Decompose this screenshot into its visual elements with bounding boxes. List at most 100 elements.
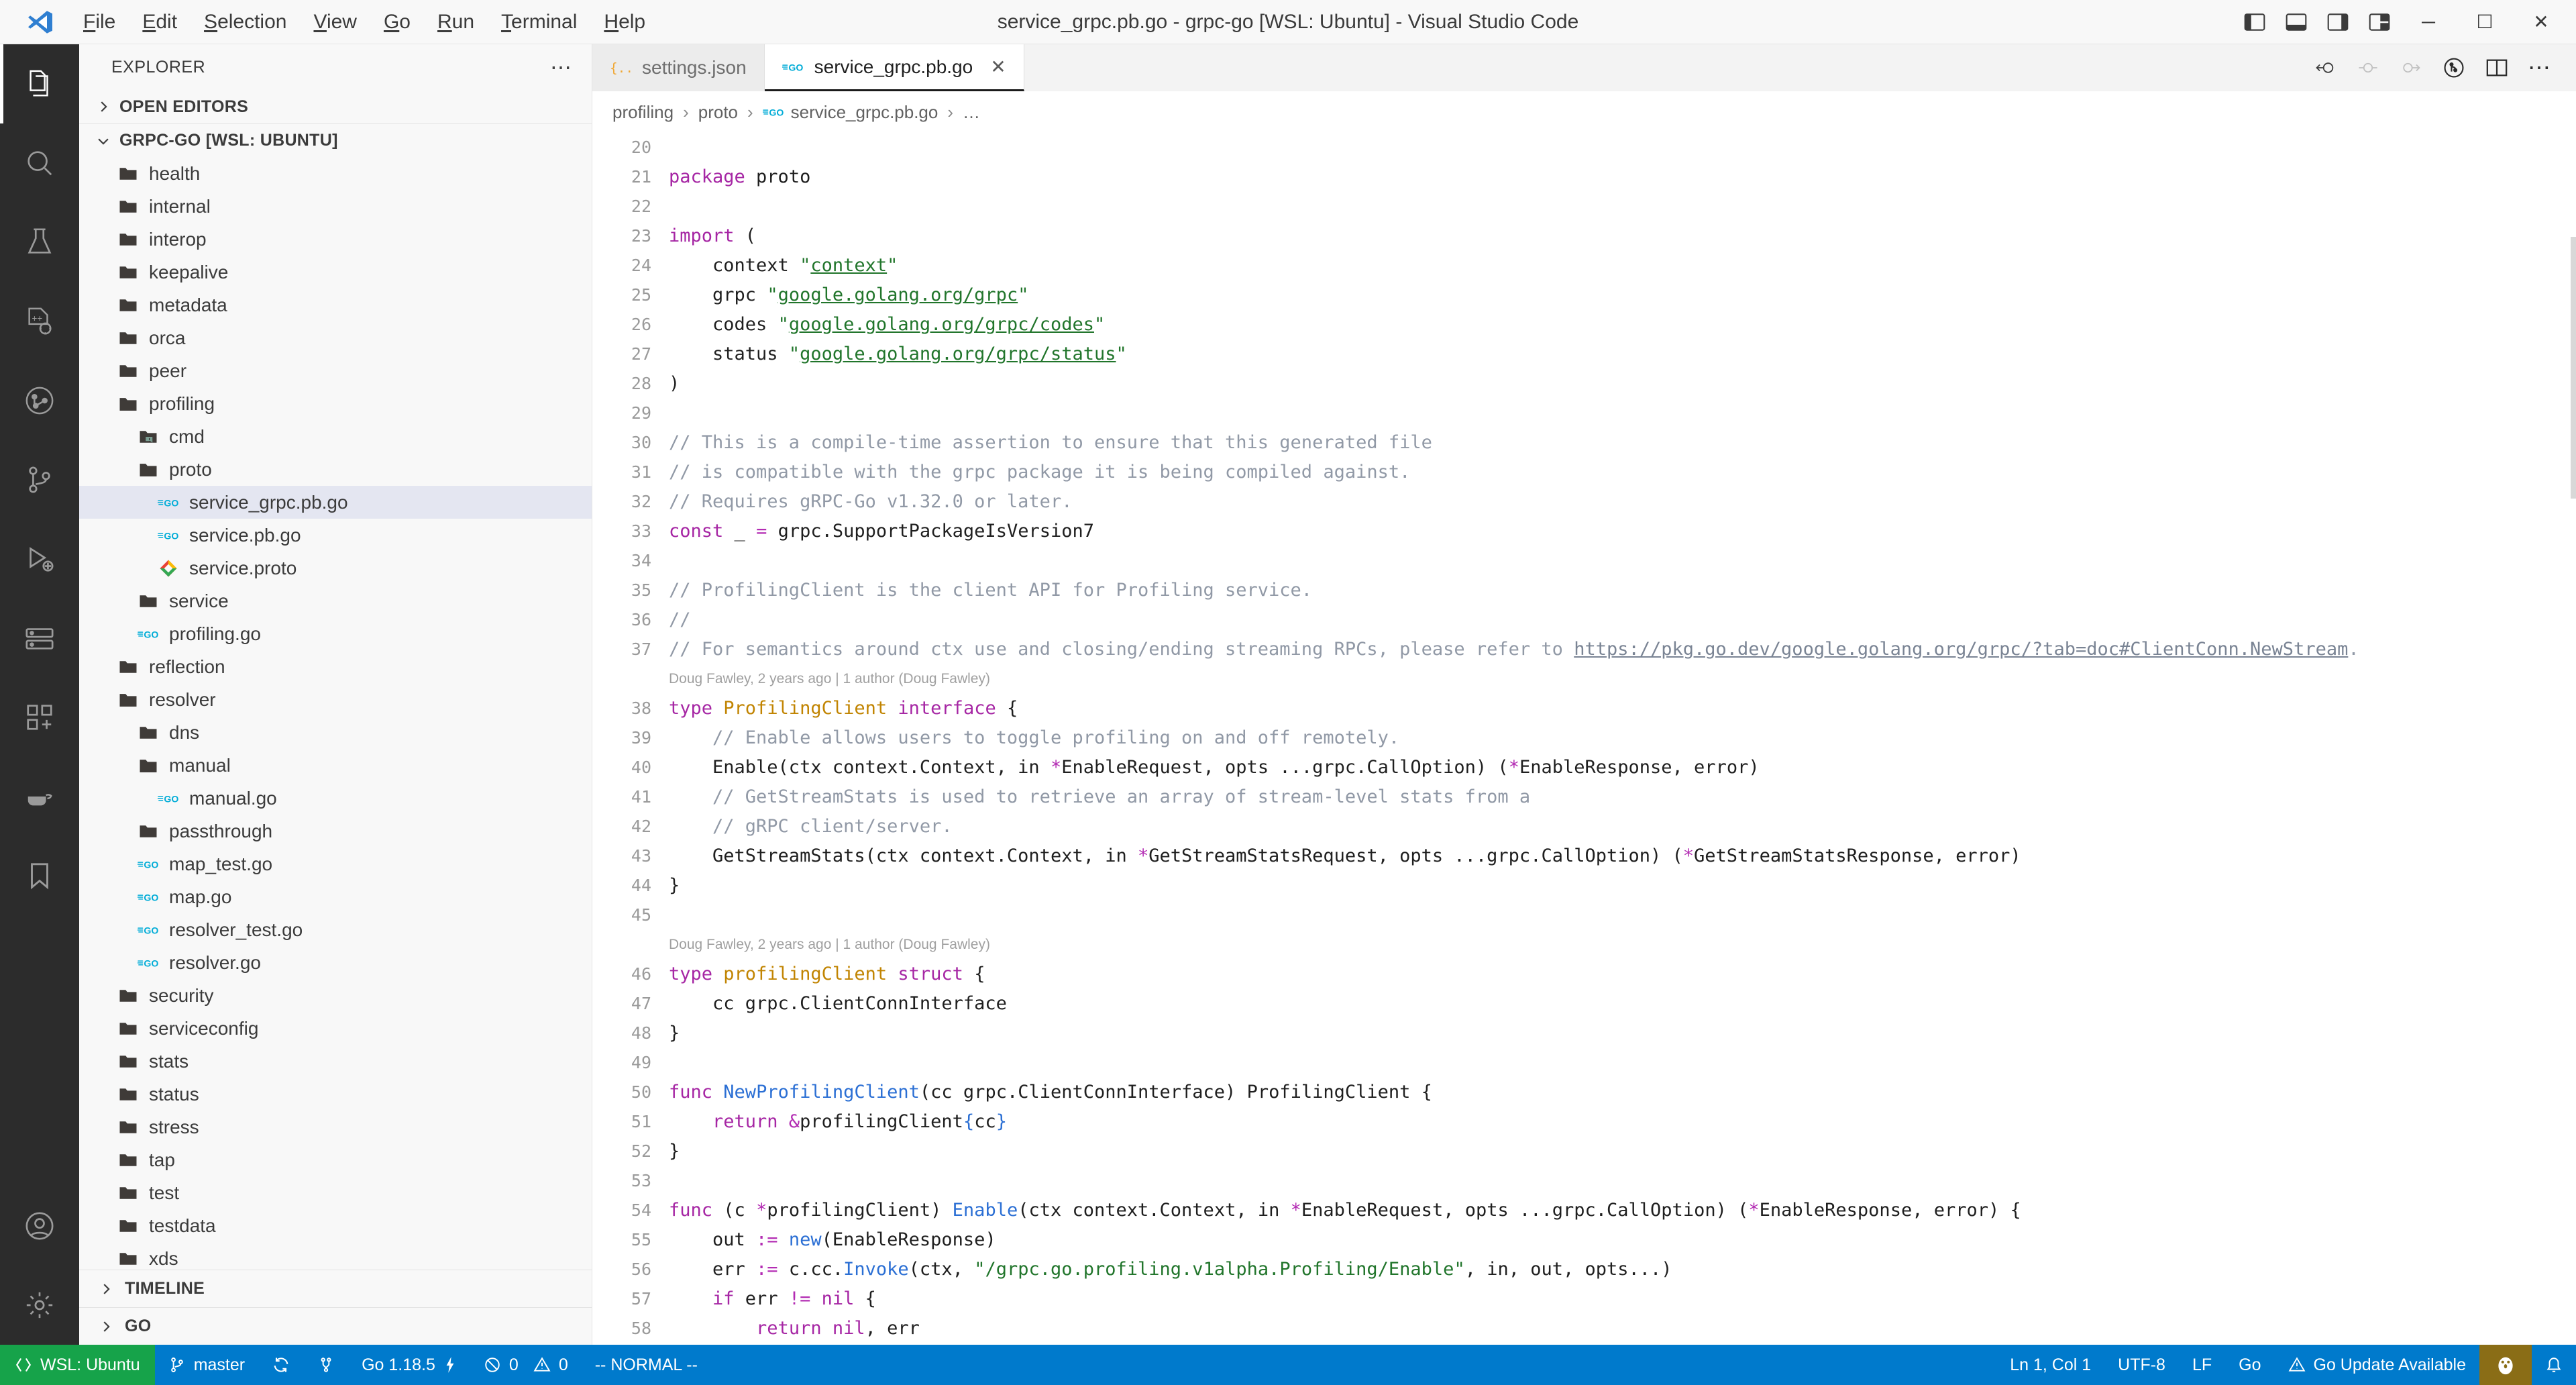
code-line[interactable]: // Enable allows users to toggle profili… [669,723,2576,753]
code-line[interactable]: out := new(EnableResponse) [669,1225,2576,1255]
tree-item-keepalive[interactable]: keepalive [79,256,592,289]
tree-item-passthrough[interactable]: passthrough [79,815,592,848]
status-remote-indicator[interactable]: WSL: Ubuntu [0,1345,155,1385]
tree-item-health[interactable]: health [79,157,592,190]
code-line[interactable]: status "google.golang.org/grpc/status" [669,340,2576,369]
activity-accounts-icon[interactable] [0,1186,79,1266]
status-problems[interactable]: 0 0 [470,1345,582,1385]
code-line[interactable] [669,1048,2576,1078]
go-back-icon[interactable] [2304,46,2347,89]
code-line[interactable]: package proto [669,162,2576,192]
toggle-secondary-sidebar-icon[interactable] [2317,1,2359,43]
tree-item-resolver[interactable]: resolver [79,683,592,716]
status-sync-icon[interactable] [258,1345,304,1385]
maximize-button[interactable]: ☐ [2457,0,2513,44]
menu-item-view[interactable]: View [300,7,370,38]
explorer-section-grpc-go[interactable]: GRPC-GO [WSL: UBUNTU] [79,123,592,157]
split-editor-icon[interactable] [2475,46,2518,89]
code-line[interactable] [669,546,2576,576]
menu-item-run[interactable]: Run [424,7,488,38]
code-line[interactable]: if err != nil { [669,1284,2576,1314]
activity-search-icon[interactable] [0,123,79,203]
activity-settings-gear-icon[interactable] [0,1266,79,1345]
code-line[interactable]: } [669,1019,2576,1048]
tree-item-map-test-go[interactable]: GO map_test.go [79,848,592,880]
editor-tab-settings-json[interactable]: {..} settings.json [592,44,765,91]
status-git-graph-icon[interactable] [304,1345,348,1385]
tree-item-serviceconfig[interactable]: serviceconfig [79,1012,592,1045]
code-line[interactable]: func (c *profilingClient) Enable(ctx con… [669,1196,2576,1225]
tree-item-manual-go[interactable]: GO manual.go [79,782,592,815]
test-coverage-icon[interactable] [2432,46,2475,89]
status-go-update[interactable]: Go Update Available [2275,1345,2479,1385]
code-line[interactable]: // is compatible with the grpc package i… [669,458,2576,487]
code-line[interactable]: err := c.cc.Invoke(ctx, "/grpc.go.profil… [669,1255,2576,1284]
explorer-tree-scroll[interactable]: OPEN EDITORS GRPC-GO [WSL: UBUNTU] health i… [79,90,592,1270]
code-line[interactable]: Enable(ctx context.Context, in *EnableRe… [669,753,2576,782]
tree-item-dns[interactable]: dns [79,716,592,749]
menu-item-file[interactable]: File [70,7,129,38]
status-go-version[interactable]: Go 1.18.5 [348,1345,470,1385]
code-line[interactable]: // For semantics around ctx use and clos… [669,635,2576,664]
code-line[interactable]: } [669,1343,2576,1345]
tree-item-peer[interactable]: peer [79,354,592,387]
activity-explorer-icon[interactable] [0,44,79,123]
menu-item-edit[interactable]: Edit [129,7,191,38]
code-editor[interactable]: 20 21 22 23 24 25 26 27 28 29 30 31 32 33 34 35 36 37 38 3… [592,133,2576,1345]
explorer-section-open[interactable]: OPEN EDITORS [79,90,592,123]
breadcrumb-item-profiling[interactable]: profiling [612,102,674,123]
code-line[interactable]: GetStreamStats(ctx context.Context, in *… [669,841,2576,871]
activity-source-control-icon[interactable] [0,440,79,519]
more-actions-icon[interactable]: ⋯ [2518,46,2561,89]
tree-item-status[interactable]: status [79,1078,592,1111]
activity-bookmarks-icon[interactable] [0,836,79,915]
breadcrumb-item-proto[interactable]: proto [698,102,738,123]
code-line[interactable]: } [669,1137,2576,1166]
code-line[interactable]: grpc "google.golang.org/grpc" [669,280,2576,310]
tree-item-metadata[interactable]: metadata [79,289,592,321]
status-eol[interactable]: LF [2179,1345,2225,1385]
activity-call-graph-icon[interactable] [0,361,79,440]
code-line[interactable]: return &profilingClient{cc} [669,1107,2576,1137]
activity-remote-explorer-icon[interactable] [0,599,79,678]
close-button[interactable]: ✕ [2513,0,2569,44]
tree-item-security[interactable]: security [79,979,592,1012]
code-line[interactable]: const _ = grpc.SupportPackageIsVersion7 [669,517,2576,546]
tree-item-service-proto[interactable]: service.proto [79,552,592,584]
close-icon[interactable]: ✕ [990,56,1006,78]
tree-item-resolver-go[interactable]: GO resolver.go [79,946,592,979]
code-line[interactable] [669,192,2576,221]
code-line[interactable] [669,133,2576,162]
code-line[interactable]: } [669,871,2576,901]
tree-item-cmd[interactable]: cmd [79,420,592,453]
code-line[interactable] [669,1166,2576,1196]
code-line[interactable]: type ProfilingClient interface { [669,694,2576,723]
code-line[interactable]: cc grpc.ClientConnInterface [669,989,2576,1019]
customize-layout-icon[interactable] [2359,1,2400,43]
editor-scrollbar[interactable] [2571,237,2576,499]
activity-docker-icon[interactable] [0,757,79,836]
tree-item-stats[interactable]: stats [79,1045,592,1078]
status-encoding[interactable]: UTF-8 [2104,1345,2179,1385]
breadcrumb-item-service-grpc-pb-go[interactable]: GO service_grpc.pb.go [762,102,938,123]
code-line[interactable]: return nil, err [669,1314,2576,1343]
code-line[interactable]: // ProfilingClient is the client API for… [669,576,2576,605]
tree-item-tap[interactable]: tap [79,1143,592,1176]
activity-extensions-icon[interactable] [0,678,79,757]
code-content[interactable]: package proto import ( context "context"… [666,133,2576,1345]
tree-item-profiling-go[interactable]: GO profiling.go [79,617,592,650]
status-gopher-badge[interactable] [2479,1345,2532,1385]
tree-item-resolver-test-go[interactable]: GO resolver_test.go [79,913,592,946]
menu-item-selection[interactable]: Selection [191,7,300,38]
code-line[interactable] [669,399,2576,428]
tree-item-xds[interactable]: xds [79,1242,592,1270]
tree-item-map-go[interactable]: GO map.go [79,880,592,913]
tree-item-testdata[interactable]: testdata [79,1209,592,1242]
tree-item-service-pb-go[interactable]: GO service.pb.go [79,519,592,552]
tree-item-service-grpc-pb-go[interactable]: GO service_grpc.pb.go [79,486,592,519]
code-line[interactable]: codes "google.golang.org/grpc/codes" [669,310,2576,340]
tree-item-profiling[interactable]: profiling [79,387,592,420]
code-line[interactable]: func NewProfilingClient(cc grpc.ClientCo… [669,1078,2576,1107]
activity-testing-icon[interactable] [0,203,79,282]
tree-item-test[interactable]: test [79,1176,592,1209]
